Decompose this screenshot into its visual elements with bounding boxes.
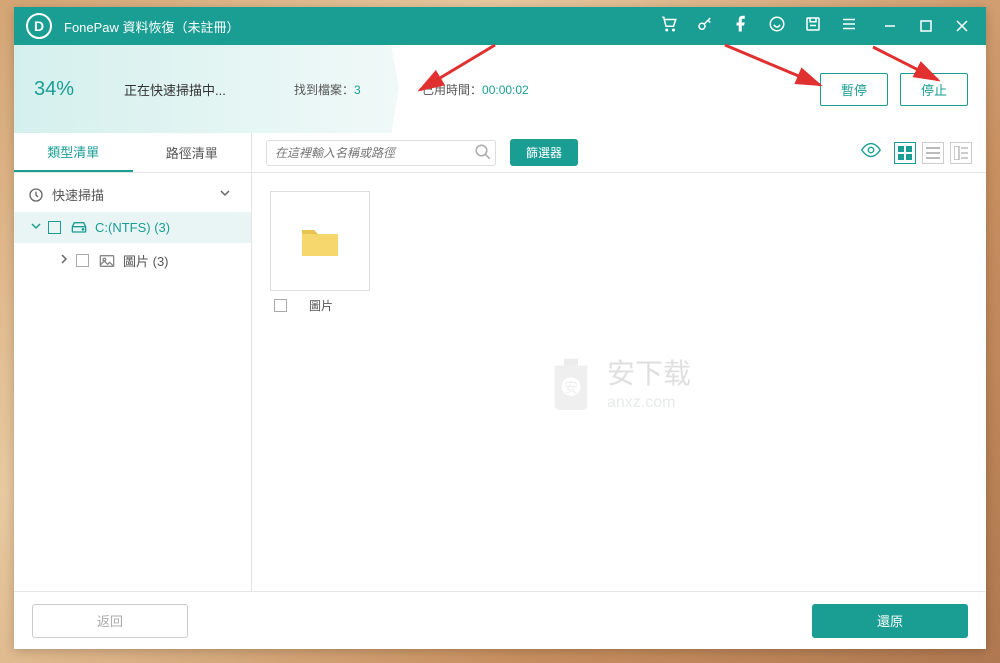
main-content: 類型清單 路徑清單 快速掃描 C:(NTFS) (3) [14,133,986,591]
menu-icon[interactable] [840,15,858,38]
save-icon[interactable] [804,15,822,38]
chat-icon[interactable] [768,15,786,38]
tree-item-quick-scan[interactable]: 快速掃描 [14,177,251,212]
content-toolbar: 篩選器 [252,133,986,173]
key-icon[interactable] [696,15,714,38]
view-controls [860,139,972,166]
folder-thumbnail [270,191,370,291]
tree-item-drive-c[interactable]: C:(NTFS) (3) [14,212,251,243]
svg-text:安: 安 [564,380,578,396]
view-list-button[interactable] [922,142,944,164]
minimize-button[interactable] [878,14,902,38]
preview-icon[interactable] [860,139,882,166]
clock-icon [28,187,44,203]
tab-path-list[interactable]: 路徑清單 [133,133,252,172]
facebook-icon[interactable] [732,15,750,38]
tree-item-images[interactable]: 圖片 (3) [14,243,251,278]
progress-percent: 34% [34,78,94,101]
restore-button[interactable]: 還原 [812,604,968,638]
search-icon[interactable] [474,143,492,166]
stop-button[interactable]: 停止 [900,73,968,106]
folder-item[interactable]: 圖片 [270,191,370,314]
sidebar-tabs: 類型清單 路徑清單 [14,133,251,173]
tree-view: 快速掃描 C:(NTFS) (3) 圖片 (3) [14,173,251,278]
pause-button[interactable]: 暫停 [820,73,888,106]
tab-type-list[interactable]: 類型清單 [14,133,133,172]
folder-label: 圖片 [309,297,333,314]
titlebar-actions [660,15,858,38]
window-controls [878,14,974,38]
chevron-down-icon [219,187,233,202]
view-detail-button[interactable] [950,142,972,164]
app-logo-icon: D [26,13,52,39]
cart-icon[interactable] [660,15,678,38]
search-box [266,140,496,166]
content-area: 篩選器 圖片 [252,133,986,591]
footer: 返回 還原 [14,591,986,649]
view-grid-button[interactable] [894,142,916,164]
scan-progress-bar: 34% 正在快速掃描中... 找到檔案：3 已用時間：00:00:02 暫停 停… [14,45,986,133]
chevron-right-icon [58,253,72,268]
drive-icon [71,221,87,235]
app-window: D FonePaw 資料恢復（未註冊） 34% 正在快速掃描中... 找到檔案：… [14,7,986,649]
back-button[interactable]: 返回 [32,604,188,638]
watermark: 安 安下载 anxz.com [547,352,691,412]
image-icon [99,254,115,268]
filter-button[interactable]: 篩選器 [510,139,578,166]
scanning-status: 正在快速掃描中... [124,80,226,99]
search-input[interactable] [266,140,496,166]
app-title: FonePaw 資料恢復（未註冊） [64,17,660,36]
elapsed-time: 已用時間：00:00:02 [422,81,529,98]
close-button[interactable] [950,14,974,38]
titlebar: D FonePaw 資料恢復（未註冊） [14,7,986,45]
file-grid: 圖片 安 安下载 anxz.com [252,173,986,591]
folder-checkbox[interactable] [274,299,287,312]
maximize-button[interactable] [914,14,938,38]
checkbox[interactable] [48,221,61,234]
chevron-down-icon [30,220,44,235]
sidebar: 類型清單 路徑清單 快速掃描 C:(NTFS) (3) [14,133,252,591]
file-count: 找到檔案：3 [294,81,361,98]
checkbox[interactable] [76,254,89,267]
